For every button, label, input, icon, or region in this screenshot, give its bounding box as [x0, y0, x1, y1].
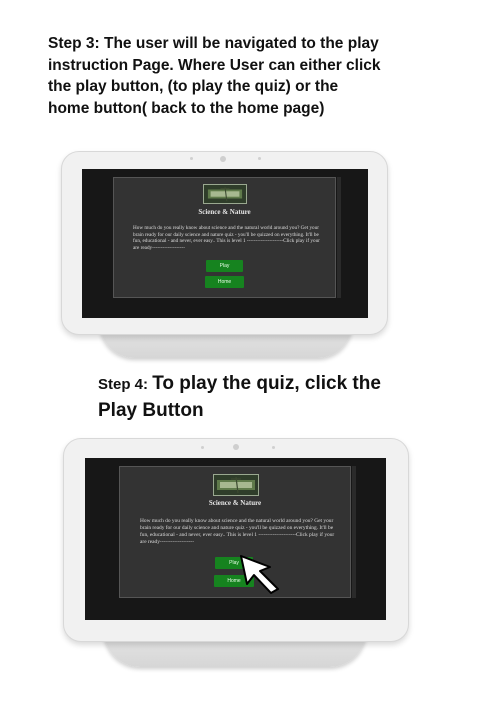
quiz-logo	[213, 474, 259, 496]
logo-graphic-icon	[207, 186, 243, 202]
camera-icon	[220, 156, 226, 162]
quiz-panel: Science & Nature How much do you really …	[113, 177, 336, 298]
step3-line-4: home button( back to the home page)	[48, 99, 325, 117]
step3-line-3: the play button, (to play the quiz) or t…	[48, 78, 339, 95]
quiz-logo	[203, 184, 247, 204]
step4-line-1: Step 4: To play the quiz, click the	[98, 371, 458, 398]
step4-line-1-text: To play the quiz, click the	[152, 373, 381, 394]
camera-icon	[233, 444, 239, 450]
mic-icon	[201, 446, 204, 449]
panel-shadow	[352, 466, 356, 598]
step4-line-2: Play Button	[98, 400, 204, 421]
step4-instructions: Step 4: To play the quiz, click the Play…	[98, 371, 458, 424]
mic-icon	[258, 157, 261, 160]
step3-line-2: instruction Page. Where User can either …	[48, 56, 381, 74]
logo-graphic-icon	[217, 476, 255, 494]
panel-shadow	[337, 177, 341, 298]
play-button[interactable]: Play	[206, 260, 243, 272]
home-button[interactable]: Home	[205, 276, 244, 288]
step3-instructions: Step 3: The user will be navigated to th…	[48, 33, 478, 119]
quiz-description: How much do you really know about scienc…	[140, 518, 335, 545]
mouse-pointer-icon	[240, 555, 279, 594]
mic-icon	[272, 446, 275, 449]
mic-icon	[190, 157, 193, 160]
quiz-title: Science & Nature	[208, 499, 262, 507]
quiz-panel: Science & Nature How much do you really …	[119, 466, 351, 598]
device-screen: Science & Nature How much do you really …	[85, 458, 386, 620]
step3-line-1: Step 3: The user will be navigated to th…	[48, 35, 379, 52]
quiz-description: How much do you really know about scienc…	[133, 225, 320, 251]
device-screen: Science & Nature How much do you really …	[82, 169, 368, 318]
quiz-title: Science & Nature	[198, 208, 251, 216]
step4-prefix: Step 4:	[98, 376, 153, 393]
